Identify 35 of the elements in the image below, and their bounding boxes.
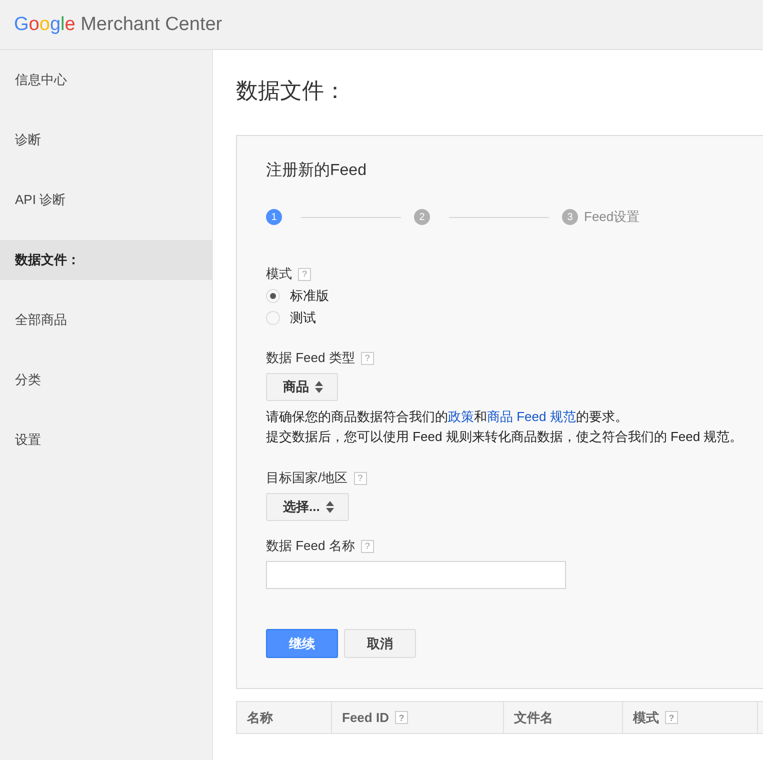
column-header: 模式 [633,708,659,726]
sidebar-item[interactable]: 分类 [0,360,212,400]
country-dropdown[interactable]: 选择... [266,493,349,521]
sidebar-item[interactable]: 信息中心 [0,60,212,100]
radio-button[interactable] [266,311,280,325]
notice-text: 请确保您的商品数据符合我们的政策和商品 Feed 规范的要求。 提交数据后，您可以使用 Feed 规则来转化商品数据，使之符合我们的 Feed 规范。 [266,408,744,446]
field-label: 模式 [266,265,292,283]
sidebar-item[interactable]: 诊断 [0,120,212,160]
feed-name-field[interactable] [266,561,566,589]
feed-type-dropdown[interactable]: 商品 [266,373,338,401]
field-label: 目标国家/地区 [266,469,348,487]
page-title: 数据文件： [236,77,347,105]
cancel-button[interactable]: 取消 [344,629,416,658]
up-down-icon [315,381,323,393]
sidebar-item[interactable]: 数据文件： [0,240,212,280]
column-header: 文件名 [514,708,553,726]
link[interactable]: 商品 Feed 规范 [487,409,576,424]
form-title: 注册新的Feed [266,160,368,181]
radio-label[interactable]: 测试 [290,309,316,327]
step-label: Feed设置 [584,208,640,226]
sidebar-item[interactable]: 设置 [0,420,212,460]
step-indicator: 3 [562,209,578,225]
step-indicator: 2 [414,209,430,225]
radio-button[interactable] [266,289,280,303]
sidebar-item[interactable]: 全部商品 [0,300,212,340]
up-down-icon [326,501,334,513]
column-header: Feed ID [342,710,389,725]
radio-label[interactable]: 标准版 [290,287,329,305]
column-header: 名称 [247,708,273,726]
step-indicator: 1 [266,209,282,225]
merchant-center-logo[interactable]: Google Merchant Center [14,14,222,36]
field-label: 数据 Feed 类型 [266,349,355,367]
field-label: 数据 Feed 名称 [266,537,355,555]
sidebar-item[interactable]: API 诊断 [0,180,212,220]
link[interactable]: 政策 [448,409,474,424]
